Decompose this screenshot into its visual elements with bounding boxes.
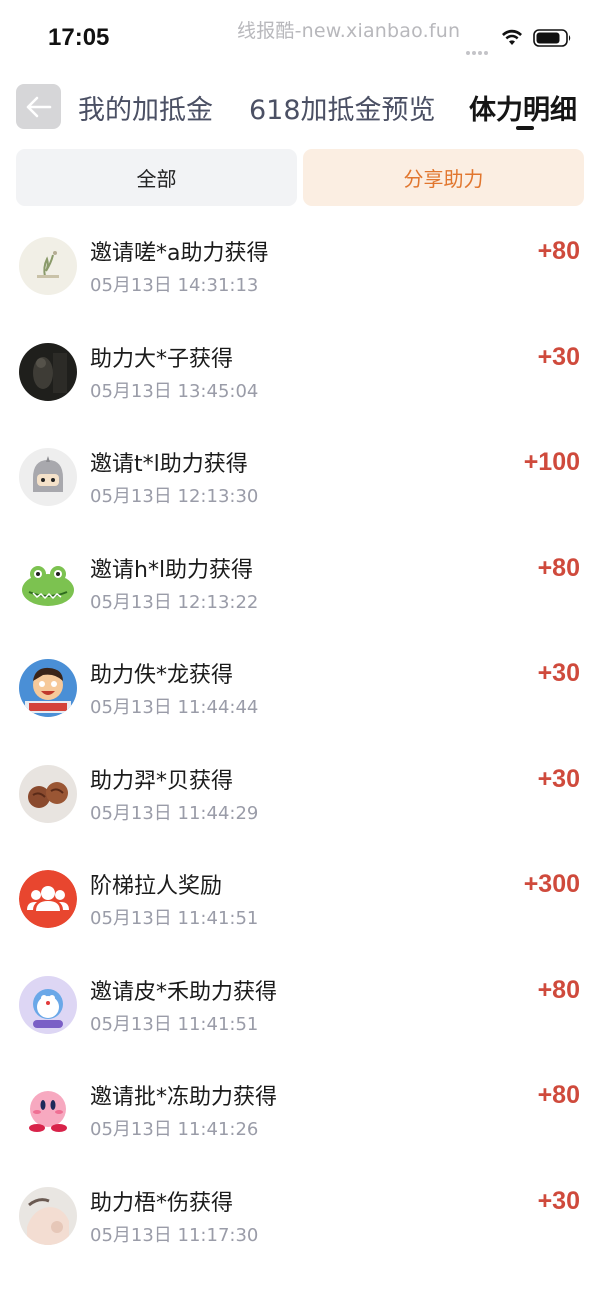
- watermark-text: 线报酷-new.xianbao.fun: [237, 20, 461, 42]
- record-title: 助力佚*龙获得: [90, 663, 234, 688]
- record-title: 邀请h*l助力获得: [90, 557, 254, 583]
- ninja-avatar: [19, 448, 77, 506]
- record-amount: +80: [537, 1081, 580, 1109]
- status-bar: 17:05 线报酷-new.xianbao.fun: [0, 0, 600, 74]
- record-amount: +300: [523, 870, 580, 898]
- list-item: 助力梧*伤获得 05月13日 11:17:30 +30: [0, 1163, 600, 1269]
- list-item: 阶梯拉人奖励 05月13日 11:41:51 +300: [0, 846, 600, 952]
- wifi-icon: [502, 29, 522, 45]
- doraemon-avatar: [19, 975, 77, 1034]
- record-amount: +100: [523, 448, 580, 476]
- tab-my-deduction[interactable]: 我的加抵金: [78, 88, 213, 127]
- tab-stamina-details[interactable]: 体力明细: [469, 88, 577, 127]
- list-item: 邀请嗟*a助力获得 05月13日 14:31:13 +80: [0, 213, 600, 319]
- record-title: 助力羿*贝获得: [90, 768, 234, 794]
- list-item: 助力羿*贝获得 05月13日 11:44:29 +30: [0, 741, 600, 847]
- record-time: 05月13日 11:41:51: [90, 1013, 259, 1035]
- hand-photo-avatar: [19, 1186, 77, 1245]
- record-title: 阶梯拉人奖励: [90, 874, 223, 899]
- record-time: 05月13日 12:13:30: [90, 486, 259, 507]
- record-time: 05月13日 14:31:13: [90, 275, 259, 296]
- cartoon-boy-avatar: [19, 659, 77, 717]
- record-amount: +80: [537, 553, 580, 582]
- list-item: 助力佚*龙获得 05月13日 11:44:44 +30: [0, 635, 600, 741]
- record-amount: +30: [537, 1186, 580, 1215]
- back-arrow-icon: [26, 96, 51, 117]
- list-item: 邀请t*l助力获得 05月13日 12:13:30 +100: [0, 424, 600, 530]
- dark-photo-avatar: [19, 342, 77, 401]
- list-item: 助力大*子获得 05月13日 13:45:04 +30: [0, 319, 600, 425]
- record-time: 05月13日 11:41:51: [90, 908, 259, 929]
- record-time: 05月13日 11:44:44: [90, 697, 259, 718]
- record-time: 05月13日 11:41:26: [90, 1119, 259, 1140]
- record-amount: +30: [537, 659, 580, 687]
- kirby-avatar: [19, 1081, 77, 1139]
- record-title: 邀请嗟*a助力获得: [90, 241, 269, 266]
- tab-618-preview[interactable]: 618加抵金预览: [249, 88, 436, 127]
- back-button[interactable]: [16, 84, 61, 129]
- record-amount: +80: [537, 237, 580, 265]
- walnut-avatar: [19, 764, 77, 823]
- group-people-icon: [19, 870, 77, 928]
- record-title: 助力大*子获得: [90, 346, 234, 372]
- record-title: 邀请皮*禾助力获得: [90, 979, 278, 1005]
- status-time: 17:05: [48, 24, 110, 51]
- record-amount: +30: [537, 764, 580, 793]
- record-amount: +80: [537, 975, 580, 1004]
- list-item: 邀请h*l助力获得 05月13日 12:13:22 +80: [0, 530, 600, 636]
- record-time: 05月13日 11:44:29: [90, 802, 259, 824]
- record-amount: +30: [537, 342, 580, 371]
- active-tab-indicator: [516, 126, 534, 130]
- frog-avatar: [19, 553, 77, 612]
- signal-dots-icon: [466, 40, 492, 55]
- list-item: 邀请皮*禾助力获得 05月13日 11:41:51 +80: [0, 952, 600, 1058]
- filter-share-assist-button[interactable]: 分享助力: [303, 149, 584, 206]
- top-navigation: 我的加抵金 618加抵金预览 体力明细: [0, 74, 600, 144]
- record-time: 05月13日 11:17:30: [90, 1224, 259, 1246]
- record-title: 助力梧*伤获得: [90, 1190, 234, 1216]
- record-time: 05月13日 12:13:22: [90, 591, 259, 613]
- filter-all-button[interactable]: 全部: [16, 149, 297, 206]
- record-time: 05月13日 13:45:04: [90, 380, 259, 402]
- battery-icon: [533, 29, 571, 47]
- list-item: 邀请批*冻助力获得 05月13日 11:41:26 +80: [0, 1057, 600, 1163]
- landscape-avatar: [19, 237, 77, 295]
- record-title: 邀请t*l助力获得: [90, 452, 248, 477]
- records-list: 邀请嗟*a助力获得 05月13日 14:31:13 +80 助力大*子获得 05…: [0, 213, 600, 1268]
- record-title: 邀请批*冻助力获得: [90, 1085, 278, 1110]
